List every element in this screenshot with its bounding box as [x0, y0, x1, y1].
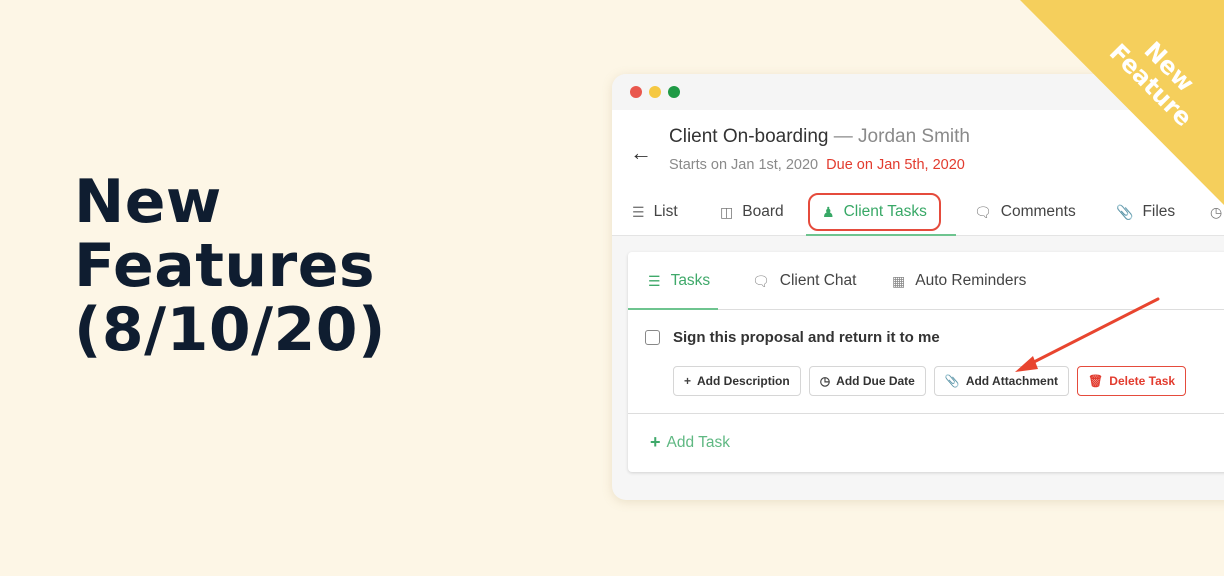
chat-bubble-icon: 🗨	[752, 272, 770, 289]
comments-icon: 🗨	[974, 203, 992, 220]
tab-label: List	[653, 203, 678, 220]
project-header: ← Client On-boarding — Jordan Smith Star…	[612, 110, 1224, 236]
tab-label: Client Tasks	[843, 203, 927, 220]
paperclip-icon: 📎	[1116, 203, 1134, 220]
plus-icon: +	[650, 432, 661, 452]
close-window-button[interactable]	[630, 86, 642, 98]
task-checkbox[interactable]	[645, 330, 660, 345]
tab-label: Board	[742, 203, 784, 220]
tab-history[interactable]: ◷	[1210, 190, 1224, 234]
app-window: ← Client On-boarding — Jordan Smith Star…	[612, 74, 1224, 500]
headline-line: New	[74, 167, 222, 237]
button-label: Add Description	[697, 374, 790, 388]
clock-icon: ◷	[819, 374, 831, 388]
headline-line: (8/10/20)	[74, 295, 386, 365]
list-icon: ☰	[648, 272, 661, 289]
list-icon: ☰	[632, 203, 645, 220]
tab-label: Comments	[1000, 203, 1076, 220]
user-icon: ♟	[822, 203, 835, 220]
subtab-auto-reminders[interactable]: ▦ Auto Reminders	[892, 252, 1026, 310]
view-tabs: ☰ List ◫ Board ♟ Client Tasks 🗨 Comments…	[612, 190, 1224, 236]
trash-icon: 🗑	[1088, 374, 1104, 388]
task-row: Sign this proposal and return it to me +…	[628, 310, 1224, 414]
project-title: Client On-boarding — Jordan Smith	[669, 126, 970, 148]
tab-list[interactable]: ☰ List	[632, 190, 678, 234]
tab-comments[interactable]: 🗨 Comments	[974, 190, 1076, 234]
tab-client-tasks[interactable]: ♟ Client Tasks	[808, 193, 941, 231]
tab-label: Files	[1142, 203, 1176, 220]
button-label: Add Attachment	[965, 374, 1059, 388]
subtab-client-chat[interactable]: 🗨 Client Chat	[752, 252, 856, 310]
client-name: Jordan Smith	[858, 126, 970, 147]
calendar-icon: ▦	[892, 272, 906, 289]
subtab-tasks[interactable]: ☰ Tasks	[648, 252, 710, 310]
button-label: Add Due Date	[836, 374, 915, 388]
tab-board[interactable]: ◫ Board	[720, 190, 784, 234]
project-name: Client On-boarding	[669, 126, 829, 147]
task-title: Sign this proposal and return it to me	[673, 329, 940, 346]
plus-icon: +	[684, 374, 692, 388]
start-date: Starts on Jan 1st, 2020	[669, 157, 819, 173]
subtab-label: Auto Reminders	[915, 272, 1027, 289]
clock-icon: ◷	[1210, 203, 1223, 220]
add-due-date-button[interactable]: ◷ Add Due Date	[808, 366, 926, 396]
paperclip-icon: 📎	[944, 374, 960, 388]
add-task-label: Add Task	[666, 433, 730, 451]
tab-files[interactable]: 📎 Files	[1116, 190, 1175, 234]
add-description-button[interactable]: + Add Description	[673, 366, 801, 396]
client-tasks-panel: ☰ Tasks 🗨 Client Chat ▦ Auto Reminders S…	[628, 252, 1224, 472]
project-dates: Starts on Jan 1st, 2020 Due on Jan 5th, …	[669, 157, 965, 173]
back-arrow-icon[interactable]: ←	[630, 140, 652, 166]
headline: New Features (8/10/20)	[74, 170, 386, 362]
delete-task-button[interactable]: 🗑 Delete Task	[1077, 366, 1187, 396]
title-separator: —	[833, 126, 853, 147]
subtab-label: Client Chat	[779, 272, 857, 289]
minimize-window-button[interactable]	[649, 86, 661, 98]
sub-tabs: ☰ Tasks 🗨 Client Chat ▦ Auto Reminders	[628, 252, 1224, 310]
maximize-window-button[interactable]	[668, 86, 680, 98]
active-tab-indicator	[806, 234, 956, 236]
board-icon: ◫	[720, 203, 734, 220]
due-date: Due on Jan 5th, 2020	[826, 157, 965, 173]
subtab-label: Tasks	[670, 272, 711, 289]
task-actions: + Add Description ◷ Add Due Date 📎 Add A…	[673, 366, 1187, 396]
add-attachment-button[interactable]: 📎 Add Attachment	[933, 366, 1070, 396]
add-task-button[interactable]: + Add Task	[650, 432, 730, 453]
button-label: Delete Task	[1109, 374, 1176, 388]
headline-line: Features	[74, 231, 376, 301]
